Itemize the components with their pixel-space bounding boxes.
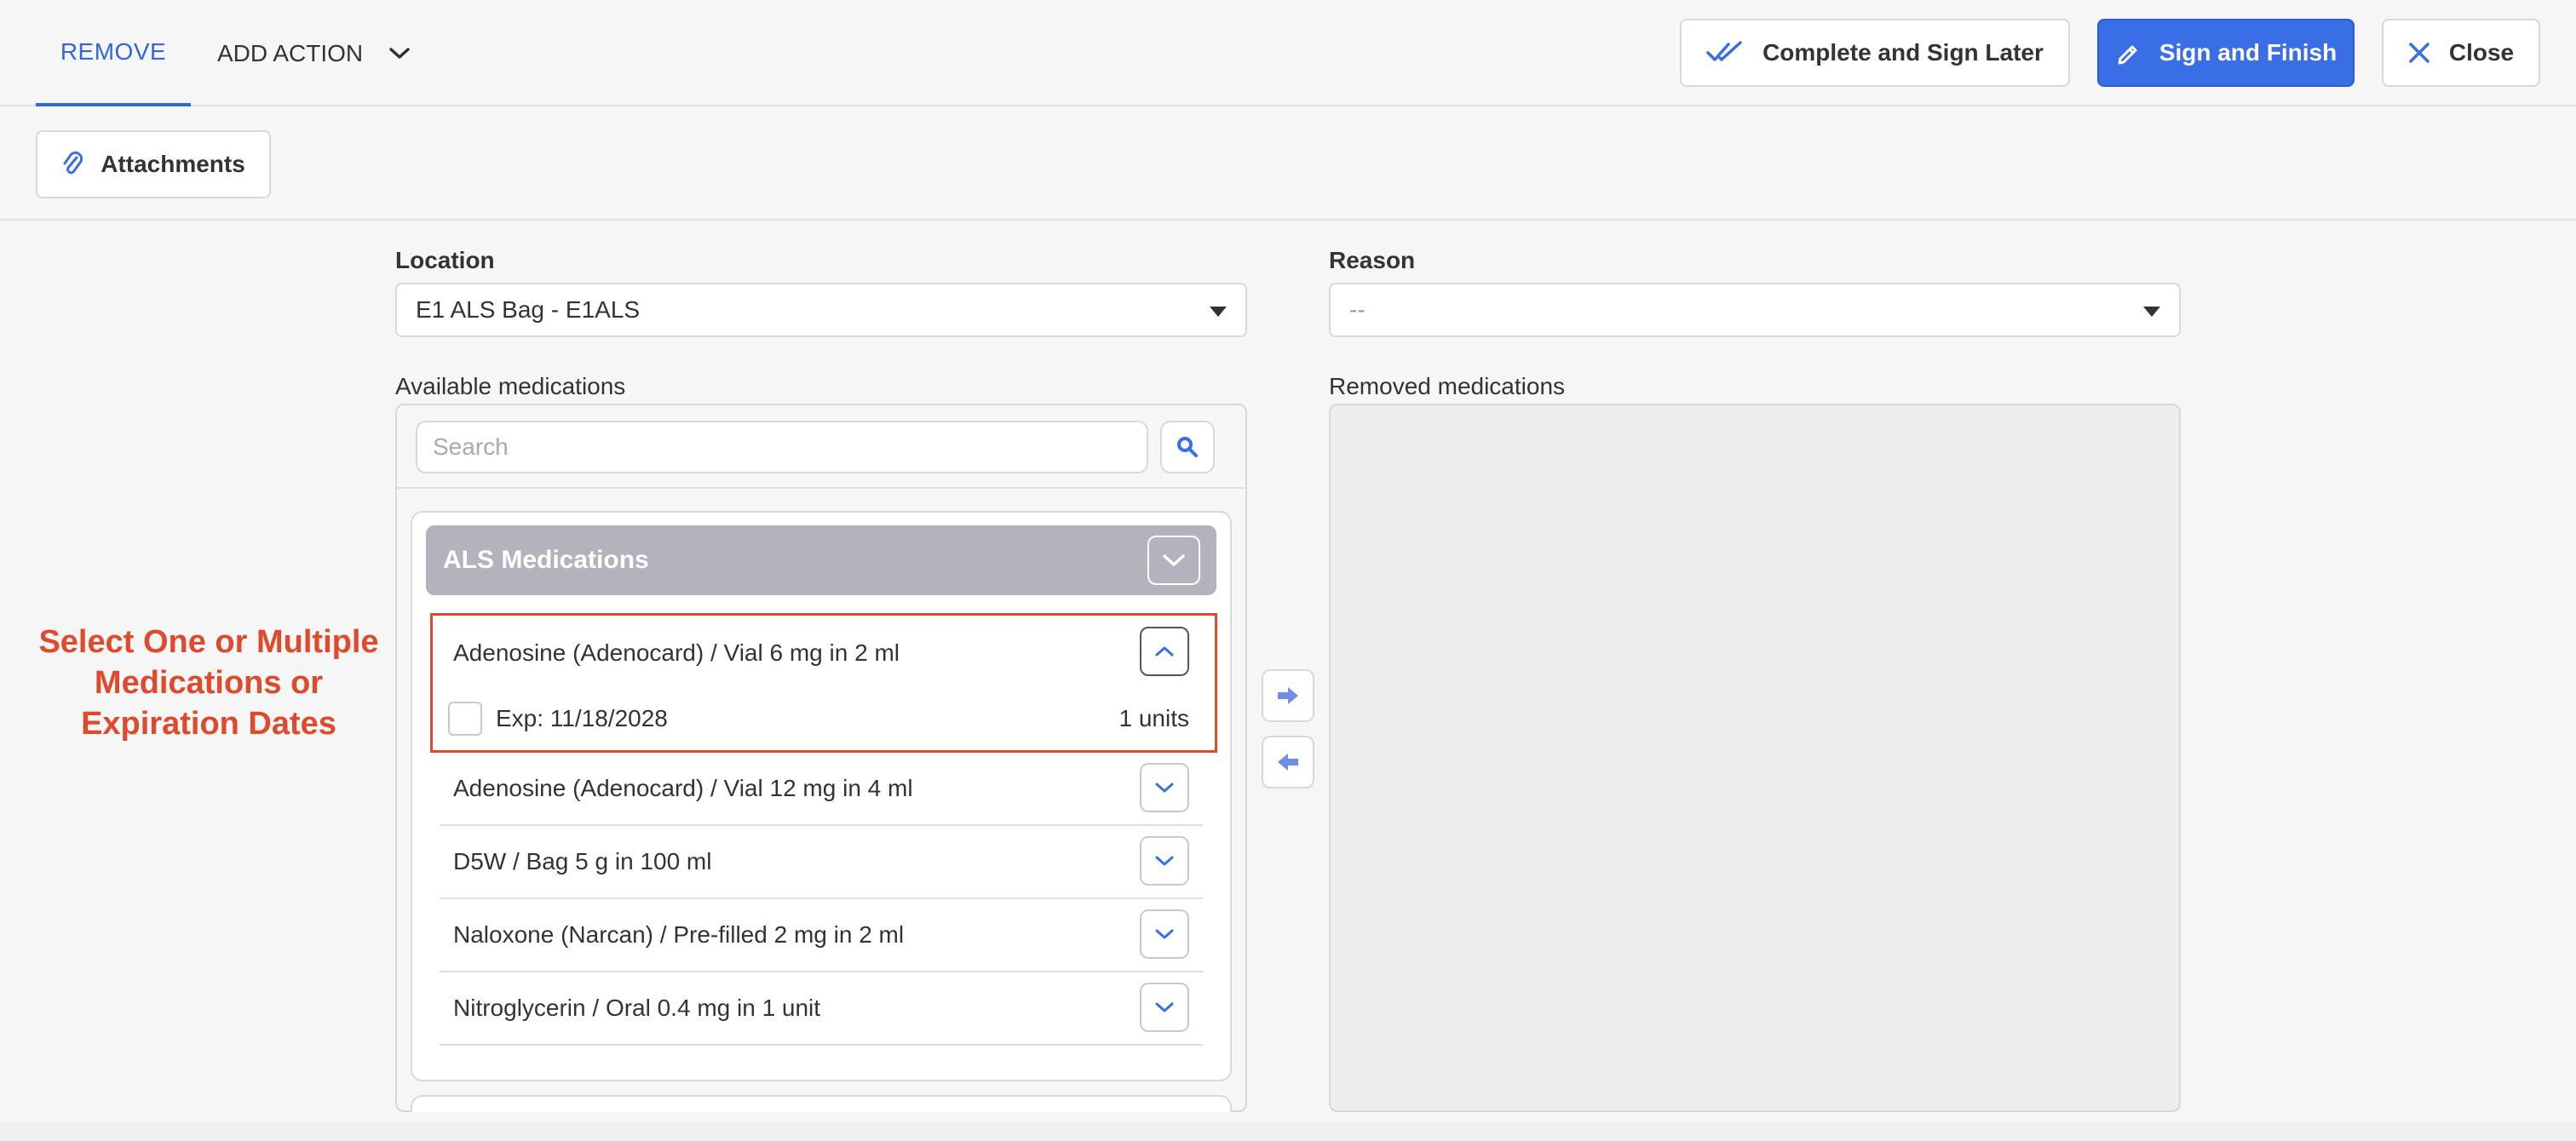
chevron-up-icon (1155, 646, 1174, 657)
collapse-button[interactable] (1140, 627, 1189, 676)
attachments-button[interactable]: Attachments (36, 130, 271, 198)
annotation-line: Select One or Multiple (38, 624, 379, 660)
medication-name: Adenosine (Adenocard) / Vial 6 mg in 2 m… (453, 639, 900, 666)
location-label: Location (395, 247, 495, 273)
tab-remove[interactable]: REMOVE (36, 0, 191, 106)
medication-row[interactable]: D5W / Bag 5 g in 100 ml (440, 826, 1203, 899)
medication-name: Naloxone (Narcan) / Pre-filled 2 mg in 2… (453, 921, 905, 948)
tab-add-action[interactable]: ADD ACTION (217, 0, 411, 106)
chevron-down-icon (1155, 1002, 1174, 1012)
bottom-strip (0, 1122, 2576, 1141)
tab-remove-label: REMOVE (60, 37, 167, 65)
expiration-checkbox[interactable] (448, 702, 482, 736)
expand-button[interactable] (1140, 909, 1189, 959)
annotation-line: Medications or (94, 665, 324, 701)
group-collapse-button[interactable] (1147, 536, 1200, 585)
move-left-button[interactable] (1262, 736, 1314, 788)
medication-row[interactable]: Naloxone (Narcan) / Pre-filled 2 mg in 2… (440, 899, 1203, 972)
reason-label: Reason (1329, 247, 1416, 273)
annotation-callout: Select One or Multiple Medications or Ex… (17, 622, 400, 744)
medication-row[interactable]: Adenosine (Adenocard) / Vial 6 mg in 2 m… (440, 616, 1203, 690)
panel-divider (397, 487, 1245, 489)
medication-row[interactable]: Adenosine (Adenocard) / Vial 12 mg in 4 … (440, 753, 1203, 826)
pen-icon (2118, 45, 2137, 65)
tab-add-action-label: ADD ACTION (217, 39, 364, 66)
arrow-left-icon (1278, 754, 1298, 771)
complete-sign-later-button[interactable]: Complete and Sign Later (1680, 19, 2070, 87)
complete-sign-later-label: Complete and Sign Later (1762, 39, 2044, 66)
expand-button[interactable] (1140, 983, 1189, 1032)
location-select[interactable]: E1 ALS Bag - E1ALS (395, 283, 1247, 337)
group-header-als: ALS Medications (426, 525, 1216, 595)
close-icon (2409, 43, 2429, 63)
medication-name: Adenosine (Adenocard) / Vial 12 mg in 4 … (453, 775, 913, 801)
expand-button[interactable] (1140, 836, 1189, 886)
sign-finish-button[interactable]: Sign and Finish (2097, 19, 2355, 87)
attachments-label: Attachments (101, 151, 245, 177)
chevron-down-icon (1163, 554, 1185, 566)
close-label: Close (2448, 39, 2515, 66)
next-group-card-edge (411, 1095, 1232, 1112)
top-toolbar: REMOVE ADD ACTION Complete and Sign Late… (0, 0, 2576, 106)
arrow-right-icon (1278, 687, 1298, 704)
caret-down-icon (2143, 307, 2160, 317)
available-medications-label: Available medications (395, 373, 626, 399)
chevron-down-icon (1155, 856, 1174, 866)
paperclip-icon (63, 151, 83, 175)
expiration-units: 1 units (1118, 705, 1190, 731)
removed-medications-panel (1329, 404, 2181, 1112)
search-input[interactable] (416, 421, 1148, 473)
search-icon (1177, 437, 1198, 457)
medication-name: D5W / Bag 5 g in 100 ml (453, 848, 712, 874)
location-value: E1 ALS Bag - E1ALS (416, 296, 641, 323)
chevron-down-icon (1155, 783, 1174, 793)
medication-name: Nitroglycerin / Oral 0.4 mg in 1 unit (453, 995, 821, 1021)
double-check-icon (1706, 41, 1742, 61)
search-button[interactable] (1160, 421, 1215, 473)
close-button[interactable]: Close (2382, 19, 2540, 87)
medication-row[interactable]: Nitroglycerin / Oral 0.4 mg in 1 unit (440, 972, 1203, 1046)
expand-button[interactable] (1140, 763, 1189, 812)
sign-finish-label: Sign and Finish (2159, 39, 2337, 66)
chevron-down-icon (1155, 929, 1174, 939)
annotation-line: Expiration Dates (81, 706, 336, 742)
expiration-row: Exp: 11/18/2028 1 units (448, 698, 1198, 739)
move-right-button[interactable] (1262, 669, 1314, 722)
reason-select[interactable]: -- (1329, 283, 2181, 337)
secondary-toolbar: Attachments (0, 108, 2576, 221)
removed-medications-label: Removed medications (1329, 373, 1566, 399)
caret-down-icon (1210, 307, 1227, 317)
expiration-date: Exp: 11/18/2028 (496, 705, 668, 731)
group-title: ALS Medications (443, 546, 649, 574)
reason-value: -- (1349, 296, 1366, 323)
chevron-down-icon (389, 47, 410, 59)
